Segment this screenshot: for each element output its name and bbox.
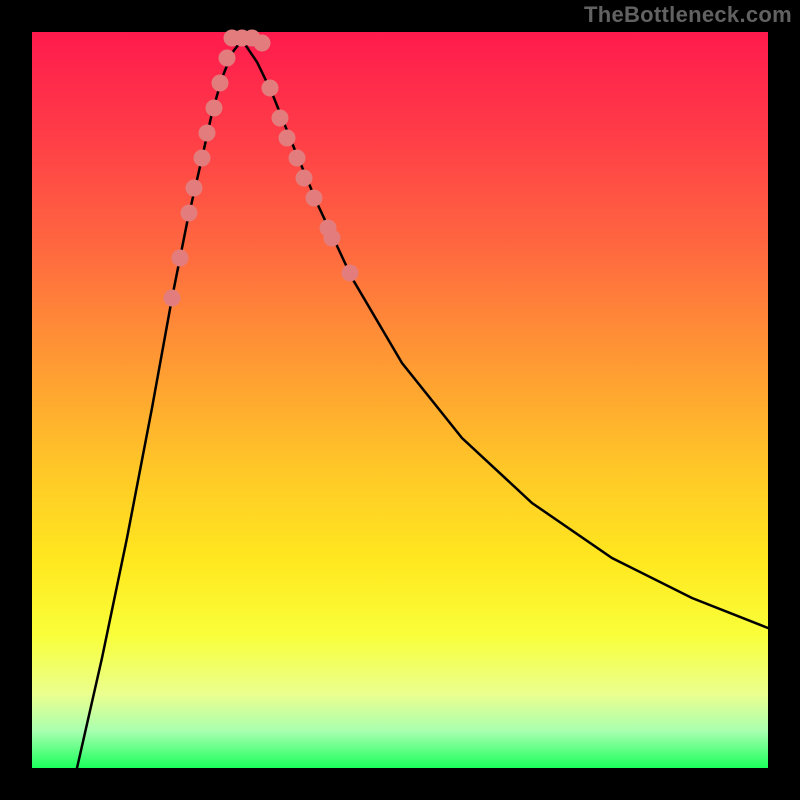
data-marker xyxy=(219,50,236,67)
left-branch-line xyxy=(77,40,242,768)
data-marker xyxy=(164,290,181,307)
data-marker xyxy=(254,35,271,52)
data-marker xyxy=(212,75,229,92)
data-marker xyxy=(324,230,341,247)
data-marker xyxy=(342,265,359,282)
curve-svg xyxy=(32,32,768,768)
right-branch-line xyxy=(242,40,768,628)
data-marker xyxy=(181,205,198,222)
data-marker xyxy=(199,125,216,142)
data-marker xyxy=(289,150,306,167)
watermark-text: TheBottleneck.com xyxy=(584,2,792,28)
data-marker xyxy=(272,110,289,127)
data-marker xyxy=(206,100,223,117)
data-marker xyxy=(279,130,296,147)
data-marker xyxy=(306,190,323,207)
data-marker xyxy=(186,180,203,197)
data-marker xyxy=(262,80,279,97)
data-marker xyxy=(194,150,211,167)
chart-frame: TheBottleneck.com xyxy=(0,0,800,800)
data-marker xyxy=(296,170,313,187)
plot-area xyxy=(32,32,768,768)
data-marker xyxy=(172,250,189,267)
